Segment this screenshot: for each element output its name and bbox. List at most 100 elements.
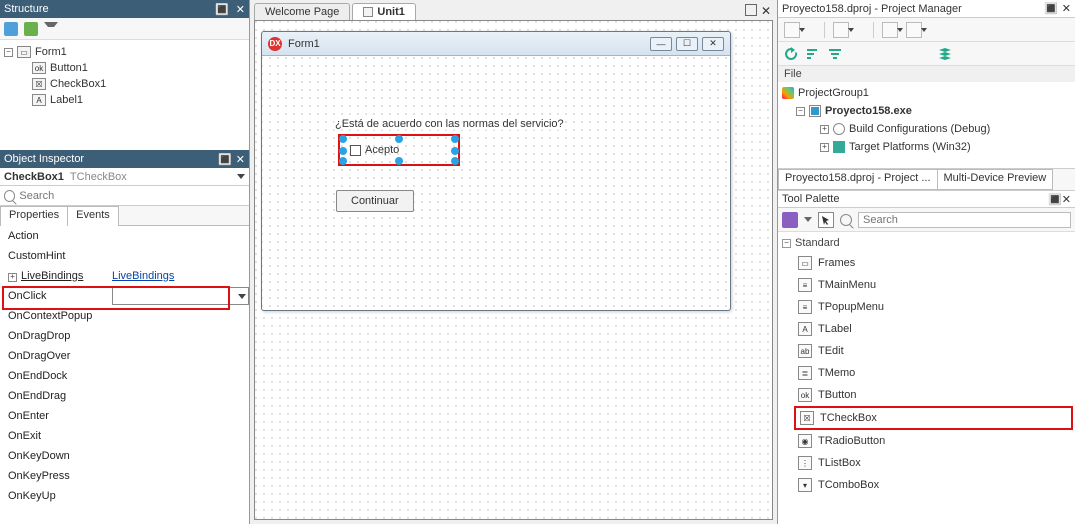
inspector-header: Object Inspector 🔳 ✕ [0, 150, 249, 168]
design-form[interactable]: DX Form1 — ☐ ✕ ¿Está de acuerdo con las … [261, 31, 731, 311]
palette-item-tmemo[interactable]: ≣TMemo [780, 362, 1073, 384]
structure-tree[interactable]: − ▭ Form1 ok Button1 ☒ CheckBox1 A Label… [0, 40, 249, 150]
tree-item-label1[interactable]: A Label1 [4, 92, 245, 108]
resize-handle[interactable] [339, 147, 347, 155]
tab-unit1[interactable]: Unit1 [352, 3, 416, 20]
palette-category[interactable]: − Standard [780, 234, 1073, 252]
pm-project[interactable]: − Proyecto158.exe [782, 102, 1071, 120]
tree-root-label: Form1 [35, 46, 67, 58]
inspector-title: Object Inspector [4, 153, 214, 165]
expand-icon[interactable]: + [820, 125, 829, 134]
palette-item-tradiobutton[interactable]: ◉TRadioButton [780, 430, 1073, 452]
pin-icon[interactable]: 🔳 [1044, 3, 1058, 15]
close-icon[interactable]: ✕ [236, 4, 245, 16]
palette-search[interactable] [858, 212, 1071, 228]
toolbar-icon-1[interactable] [4, 22, 18, 36]
chevron-down-icon[interactable] [238, 294, 246, 299]
inspector-tabs: Properties Events [0, 206, 249, 226]
palette-item-tcheckbox[interactable]: ☒TCheckBox [794, 406, 1073, 430]
inspector-component-selector[interactable]: CheckBox1 TCheckBox [0, 168, 249, 186]
chevron-down-icon[interactable] [745, 4, 757, 16]
platform-icon [833, 141, 845, 153]
close-icon[interactable]: ✕ [1062, 3, 1071, 15]
file-label: File [778, 66, 1075, 82]
design-checkbox1-selected[interactable]: Acepto [338, 134, 460, 166]
chevron-down-icon[interactable] [237, 174, 245, 179]
palette-item-tedit[interactable]: abTEdit [780, 340, 1073, 362]
tree-root[interactable]: − ▭ Form1 [4, 44, 245, 60]
refresh-icon[interactable] [784, 47, 798, 61]
expand-icon[interactable]: + [820, 143, 829, 152]
close-icon[interactable]: ✕ [702, 37, 724, 51]
pm-tree[interactable]: ProjectGroup1 − Proyecto158.exe + Build … [778, 82, 1075, 168]
search-input[interactable] [19, 190, 245, 202]
pm-build-config[interactable]: + Build Configurations (Debug) [782, 120, 1071, 138]
resize-handle[interactable] [451, 157, 459, 165]
palette-item-tpopupmenu[interactable]: ≡TPopupMenu [780, 296, 1073, 318]
tab-properties[interactable]: Properties [0, 206, 68, 226]
collapse-icon[interactable]: − [796, 107, 805, 116]
filter-icon[interactable] [828, 47, 842, 61]
resize-handle[interactable] [451, 147, 459, 155]
pm-target-platforms[interactable]: + Target Platforms (Win32) [782, 138, 1071, 156]
expand-icon[interactable]: + [8, 273, 17, 282]
tab-events[interactable]: Events [67, 206, 119, 226]
maximize-icon[interactable]: ☐ [676, 37, 698, 51]
tab-multi-device[interactable]: Multi-Device Preview [937, 169, 1054, 190]
pin-icon[interactable]: 🔳 [1048, 194, 1062, 206]
palette-item-tlistbox[interactable]: ⋮TListBox [780, 452, 1073, 474]
stack-icon[interactable] [938, 47, 952, 61]
form-client-area[interactable]: ¿Está de acuerdo con las normas del serv… [262, 56, 730, 308]
design-label1[interactable]: ¿Está de acuerdo con las normas del serv… [334, 118, 565, 130]
palette-item-tlabel[interactable]: ATLabel [780, 318, 1073, 340]
onclick-value-dropdown[interactable] [112, 287, 249, 305]
close-icon[interactable]: ✕ [761, 4, 771, 18]
form-icon: ▭ [17, 46, 31, 58]
sort-icon[interactable] [806, 47, 820, 61]
view-icon[interactable] [906, 22, 922, 38]
minimize-icon[interactable]: — [650, 37, 672, 51]
checkbox-label: Acepto [365, 144, 399, 156]
collapse-icon[interactable]: − [782, 239, 791, 248]
checkbox-icon: ☒ [32, 78, 46, 90]
events-grid[interactable]: Action CustomHint +LiveBindingsLiveBindi… [0, 226, 249, 524]
pm-projectgroup[interactable]: ProjectGroup1 [782, 84, 1071, 102]
resize-handle[interactable] [339, 157, 347, 165]
resize-handle[interactable] [339, 135, 347, 143]
pin-icon[interactable]: 🔳 [215, 4, 229, 16]
chevron-down-icon[interactable] [804, 217, 812, 222]
resize-handle[interactable] [451, 135, 459, 143]
pin-icon[interactable]: 🔳 [218, 154, 232, 166]
toolbar-icon-2[interactable] [24, 22, 38, 36]
design-button1[interactable]: Continuar [336, 190, 414, 212]
label-icon: A [32, 94, 46, 106]
tree-item-button1[interactable]: ok Button1 [4, 60, 245, 76]
collapse-icon[interactable]: − [4, 48, 13, 57]
new-file-icon[interactable] [784, 22, 800, 38]
resize-handle[interactable] [395, 135, 403, 143]
inspector-search[interactable] [0, 186, 249, 206]
tree-item-checkbox1[interactable]: ☒ CheckBox1 [4, 76, 245, 92]
tool-palette-header: Tool Palette 🔳✕ [778, 190, 1075, 208]
palette-item-frames[interactable]: ▭Frames [780, 252, 1073, 274]
close-icon[interactable]: ✕ [1062, 194, 1071, 206]
cursor-icon[interactable] [818, 212, 834, 228]
tab-pm-project[interactable]: Proyecto158.dproj - Project ... [778, 169, 938, 190]
palette-item-tmainmenu[interactable]: ≡TMainMenu [780, 274, 1073, 296]
tab-welcome[interactable]: Welcome Page [254, 3, 350, 20]
add-icon[interactable] [833, 22, 849, 38]
category-icon[interactable] [782, 212, 798, 228]
memo-icon: ≣ [798, 366, 812, 380]
palette-item-tcombobox[interactable]: ▾TComboBox [780, 474, 1073, 496]
form-designer[interactable]: DX Form1 — ☐ ✕ ¿Está de acuerdo con las … [254, 20, 773, 520]
remove-icon[interactable] [882, 22, 898, 38]
chevron-down-icon[interactable] [44, 22, 58, 36]
close-icon[interactable]: ✕ [236, 154, 245, 166]
resize-handle[interactable] [395, 157, 403, 165]
palette-item-tbutton[interactable]: okTButton [780, 384, 1073, 406]
frames-icon: ▭ [798, 256, 812, 270]
pm-toolbar-1 [778, 18, 1075, 42]
tool-palette[interactable]: − Standard ▭Frames ≡TMainMenu ≡TPopupMen… [778, 232, 1075, 524]
menu-icon: ≡ [798, 278, 812, 292]
pm-title: Proyecto158.dproj - Project Manager [782, 3, 1040, 15]
